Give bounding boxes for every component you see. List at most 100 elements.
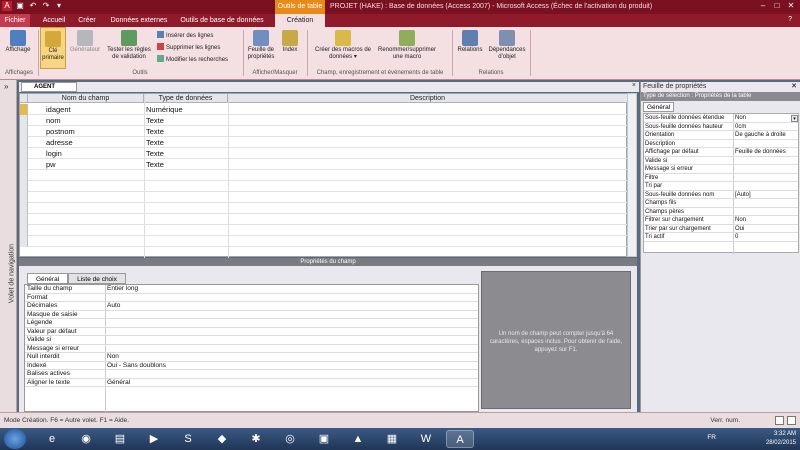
tab-creer[interactable]: Créer	[74, 14, 100, 27]
start-button[interactable]	[4, 429, 26, 449]
property-row[interactable]: Champs fils	[644, 199, 798, 208]
row-selector[interactable]	[20, 236, 28, 247]
table-row[interactable]	[20, 192, 628, 203]
chrome-icon[interactable]: ◉	[72, 430, 100, 448]
property-row[interactable]: Message si erreur	[644, 165, 798, 174]
property-row[interactable]: Valeur par défaut	[25, 328, 478, 336]
table-row[interactable]: login Texte	[20, 148, 628, 159]
modifier-recherches-button[interactable]: Modifier les recherches	[157, 55, 228, 64]
close-pane-icon[interactable]: ✕	[791, 82, 797, 90]
table-row[interactable]: pw Texte	[20, 159, 628, 170]
property-row[interactable]: Tri par	[644, 182, 798, 191]
language-indicator[interactable]: FR	[707, 434, 716, 441]
network-icon[interactable]: ◎	[276, 430, 304, 448]
table-row[interactable]	[20, 203, 628, 214]
doc-tab-agent[interactable]: AGENT	[21, 82, 77, 92]
property-row[interactable]: Null interdit Non	[25, 353, 478, 362]
minimize-icon[interactable]: –	[756, 0, 770, 12]
help-icon[interactable]: ?	[788, 16, 792, 23]
table-row[interactable]: adresse Texte	[20, 137, 628, 148]
row-selector[interactable]	[20, 159, 28, 170]
dependances-button[interactable]: Dépendances d'objet	[487, 30, 527, 61]
chevron-down-icon[interactable]: ▾	[791, 115, 798, 122]
table-row[interactable]: nom Texte	[20, 115, 628, 126]
close-icon[interactable]: ✕	[784, 0, 798, 12]
datasheet-view-icon[interactable]	[775, 416, 784, 425]
design-view-icon[interactable]	[787, 416, 796, 425]
property-row[interactable]: Format	[25, 294, 478, 302]
property-row[interactable]: Masque de saisie	[25, 311, 478, 319]
property-row[interactable]: Trier par sur chargement Oui	[644, 225, 798, 233]
row-selector[interactable]	[20, 148, 28, 159]
terminal-icon[interactable]: ▣	[310, 430, 338, 448]
media-player-icon[interactable]: ▶	[140, 430, 168, 448]
tab-outils-bdd[interactable]: Outils de base de données	[176, 14, 268, 27]
system-tray-clock[interactable]: 3:32 AM 28/02/2015	[766, 430, 796, 448]
property-row[interactable]: Orientation De gauche à droite	[644, 131, 798, 140]
generateur-button[interactable]: Générateur	[68, 30, 102, 54]
property-row[interactable]: Tri actif 0	[644, 233, 798, 242]
creer-macros-button[interactable]: Créer des macros de données ▾	[314, 30, 372, 61]
tab-liste-de-choix[interactable]: Liste de choix	[68, 273, 126, 284]
row-selector[interactable]	[20, 170, 28, 181]
tester-regles-button[interactable]: Tester les règles de validation	[104, 30, 154, 61]
supprimer-lignes-button[interactable]: Supprimer les lignes	[157, 43, 220, 52]
access-taskbar-icon[interactable]: A	[446, 430, 474, 448]
property-row[interactable]: Décimales Auto	[25, 302, 478, 311]
renommer-macro-button[interactable]: Renommer/supprimer une macro	[374, 30, 440, 61]
property-row[interactable]: Description	[644, 140, 798, 148]
tab-general[interactable]: Général	[27, 273, 69, 284]
save-icon[interactable]: ▣	[15, 1, 25, 11]
app-icon[interactable]: ◆	[208, 430, 236, 448]
grid-vertical-scrollbar[interactable]	[627, 93, 637, 257]
tab-general[interactable]: Général	[643, 102, 675, 112]
relations-button[interactable]: Relations	[455, 30, 485, 54]
expand-nav-icon[interactable]: »	[4, 82, 8, 91]
tab-creation[interactable]: Création	[275, 14, 325, 27]
property-row[interactable]: Valide si	[25, 336, 478, 345]
tab-fichier[interactable]: Fichier	[0, 14, 30, 27]
property-row[interactable]: Indexé Oui - Sans doublons	[25, 362, 478, 370]
ie-icon[interactable]: e	[38, 430, 66, 448]
row-selector[interactable]	[20, 225, 28, 236]
maximize-icon[interactable]: □	[770, 0, 784, 12]
word-icon[interactable]: W	[412, 430, 440, 448]
table-row[interactable]	[20, 225, 628, 236]
navigation-pane[interactable]: » Volet de navigation	[0, 80, 17, 412]
undo-icon[interactable]: ↶	[28, 1, 38, 11]
row-selector[interactable]	[20, 192, 28, 203]
table-row[interactable]	[20, 181, 628, 192]
close-doc-icon[interactable]: ×	[632, 82, 636, 89]
row-selector[interactable]	[20, 115, 28, 126]
winamp-icon[interactable]: ✱	[242, 430, 270, 448]
property-row[interactable]: Sous-feuille données hauteur 0cm	[644, 123, 798, 131]
pdf-icon[interactable]: ▲	[344, 430, 372, 448]
property-row[interactable]: Sous-feuille données nom [Auto]	[644, 191, 798, 199]
skype-icon[interactable]: S	[174, 430, 202, 448]
feuille-proprietes-button[interactable]: Feuille de propriétés	[246, 30, 276, 61]
tab-accueil[interactable]: Accueil	[38, 14, 70, 27]
property-row[interactable]: Sous-feuille données étendue Non ▾	[644, 114, 798, 123]
affichage-button[interactable]: Affichage	[3, 30, 33, 54]
property-row[interactable]: Affichage par défaut Feuille de données	[644, 148, 798, 157]
inserer-lignes-button[interactable]: Insérer des lignes	[157, 31, 213, 40]
table-row[interactable]: idagent Numérique	[20, 104, 628, 115]
redo-icon[interactable]: ↷	[41, 1, 51, 11]
property-row[interactable]: Taille du champ Entier long	[25, 285, 478, 294]
row-selector[interactable]	[20, 203, 28, 214]
property-row[interactable]: Message si erreur	[25, 345, 478, 353]
property-row[interactable]: Filtrer sur chargement Non	[644, 216, 798, 225]
row-selector[interactable]	[20, 137, 28, 148]
property-row[interactable]: Légende	[25, 319, 478, 328]
row-selector[interactable]	[20, 181, 28, 192]
row-selector[interactable]	[20, 214, 28, 225]
index-button[interactable]: Index	[279, 30, 301, 54]
row-selector[interactable]	[20, 126, 28, 137]
table-row[interactable]	[20, 170, 628, 181]
explorer-icon[interactable]: ▤	[106, 430, 134, 448]
property-row[interactable]: Champs pères	[644, 208, 798, 216]
table-row[interactable]	[20, 236, 628, 247]
property-row[interactable]: Balises actives	[25, 370, 478, 379]
property-row[interactable]: Aligner le texte Général	[25, 379, 478, 387]
property-row[interactable]: Filtre	[644, 174, 798, 182]
